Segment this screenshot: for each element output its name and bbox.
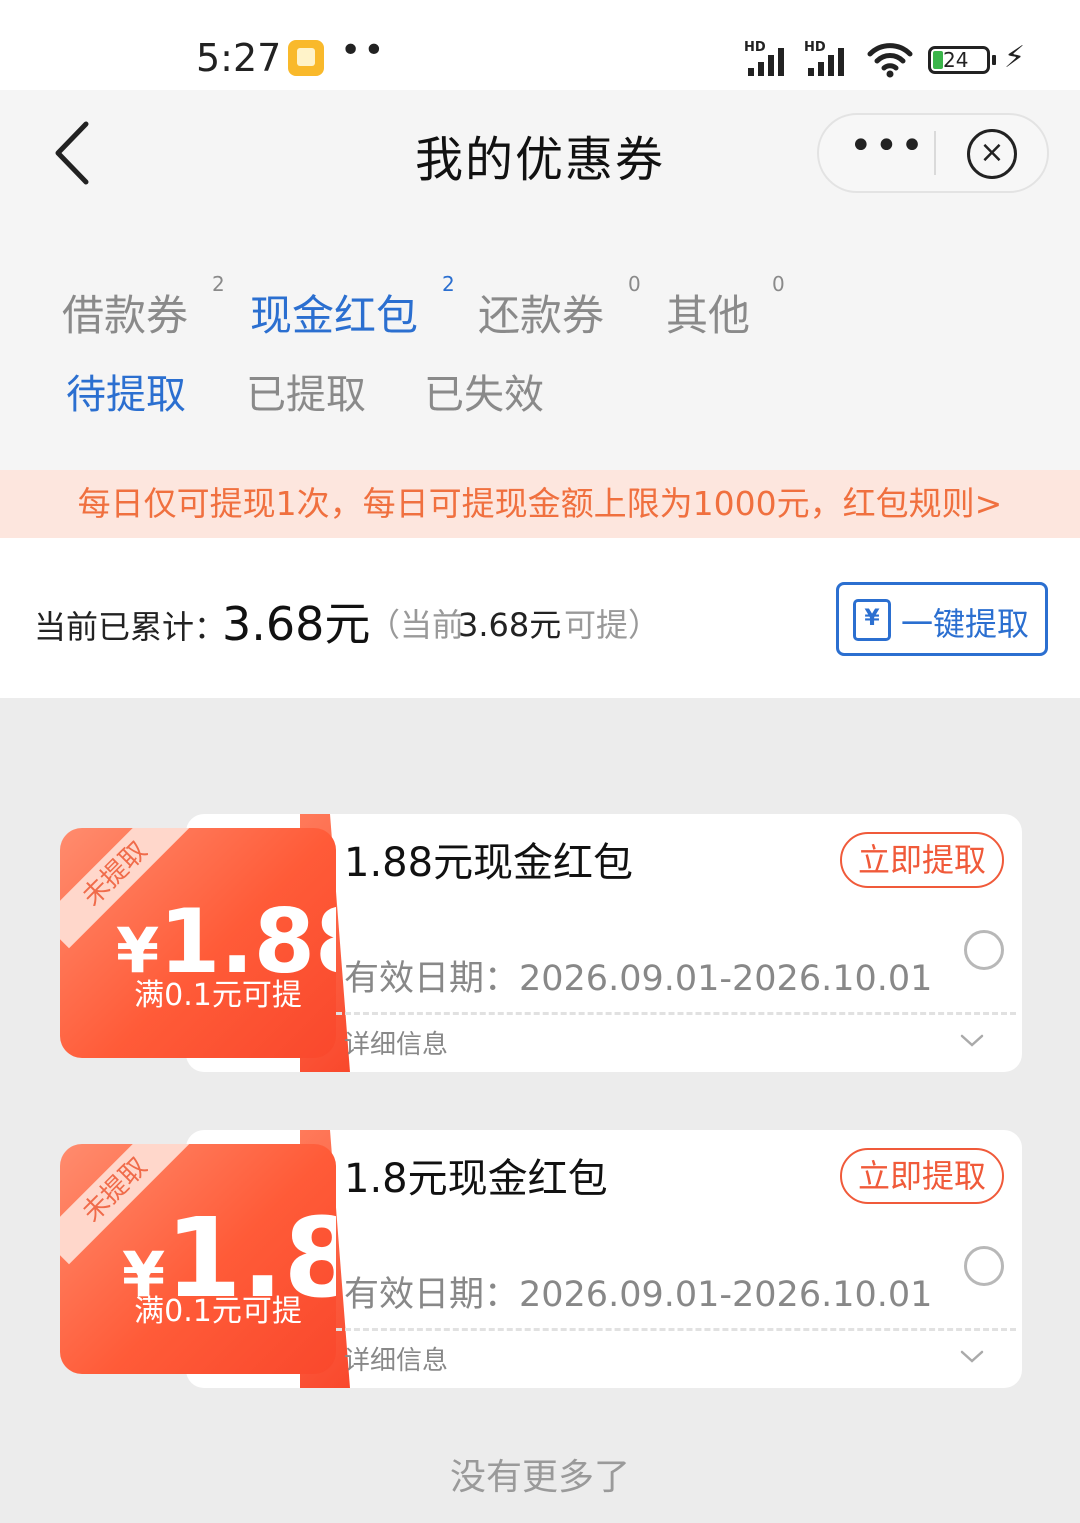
battery-icon: 24 bbox=[928, 46, 996, 74]
tab-cash-red-packet[interactable]: 现金红包 bbox=[250, 282, 418, 343]
tab-count: 2 bbox=[212, 272, 225, 296]
tab-count: 2 bbox=[442, 272, 455, 296]
signal-icon: HD bbox=[804, 40, 854, 76]
coupon-title: 1.88元现金红包 bbox=[344, 840, 634, 886]
divider bbox=[336, 1328, 1016, 1331]
close-circle-icon[interactable]: × bbox=[967, 129, 1017, 179]
detail-toggle[interactable]: 详细信息 bbox=[344, 1340, 448, 1377]
coupon-amount-panel: 未提取 ¥1.88 bbox=[60, 828, 336, 1058]
coupon-validity: 有效日期：2026.09.01-2026.10.01 bbox=[344, 959, 933, 999]
total-value: 3.68元 bbox=[222, 597, 371, 651]
signal-icon: HD bbox=[744, 40, 794, 76]
available-note-prefix: （当前 bbox=[368, 606, 465, 644]
coupon-card: 未提取 ¥1.8 满0.1元可提 1.8元现金红包 立即提取 有效日期：2026… bbox=[60, 1130, 1022, 1390]
status-bar: 5:27 •• HD HD 24 ⚡ bbox=[0, 0, 1080, 90]
detail-toggle[interactable]: 详细信息 bbox=[344, 1024, 448, 1061]
coupon-title: 1.8元现金红包 bbox=[344, 1156, 608, 1202]
divider bbox=[336, 1012, 1016, 1015]
capsule-divider bbox=[934, 131, 936, 175]
claim-now-button[interactable]: 立即提取 bbox=[840, 1148, 1004, 1204]
available-note-suffix: 可提） bbox=[564, 606, 661, 644]
notification-app-icon bbox=[288, 40, 324, 76]
withdraw-icon: ¥ bbox=[853, 599, 891, 641]
tab-count: 0 bbox=[628, 272, 641, 296]
tab-borrow-coupon[interactable]: 借款券 bbox=[62, 282, 188, 343]
more-icon[interactable]: ••• bbox=[849, 123, 926, 169]
coupon-condition: 满0.1元可提 bbox=[134, 1294, 302, 1329]
notification-dots: •• bbox=[340, 30, 387, 71]
available-amount: 3.68元 bbox=[458, 606, 562, 644]
coupon-condition: 满0.1元可提 bbox=[134, 978, 302, 1013]
claim-all-button[interactable]: ¥ 一键提取 bbox=[836, 582, 1048, 656]
charging-icon: ⚡ bbox=[1004, 40, 1026, 75]
subtab-expired[interactable]: 已失效 bbox=[424, 362, 544, 420]
tab-repay-coupon[interactable]: 还款券 bbox=[478, 282, 604, 343]
coupon-amount-panel: 未提取 ¥1.8 bbox=[60, 1144, 336, 1374]
subtab-pending[interactable]: 待提取 bbox=[66, 362, 186, 420]
claim-all-label: 一键提取 bbox=[901, 605, 1030, 643]
tab-count: 0 bbox=[772, 272, 785, 296]
subtab-withdrawn[interactable]: 已提取 bbox=[246, 362, 366, 420]
list-end-text: 没有更多了 bbox=[449, 1457, 630, 1498]
summary-bar: 当前已累计： 3.68元 （当前 3.68元 可提） ¥ 一键提取 bbox=[0, 538, 1080, 698]
mini-program-capsule: ••• × bbox=[817, 113, 1049, 193]
wifi-icon bbox=[867, 43, 913, 78]
select-radio[interactable] bbox=[964, 1246, 1004, 1286]
total-label: 当前已累计： bbox=[34, 608, 227, 646]
claim-now-button[interactable]: 立即提取 bbox=[840, 832, 1004, 888]
status-time: 5:27 bbox=[196, 36, 282, 80]
tab-other[interactable]: 其他 bbox=[666, 282, 750, 343]
coupon-validity: 有效日期：2026.09.01-2026.10.01 bbox=[344, 1275, 933, 1315]
rules-notice-banner[interactable]: 每日仅可提现1次，每日可提现金额上限为1000元，红包规则> bbox=[0, 470, 1080, 538]
select-radio[interactable] bbox=[964, 930, 1004, 970]
battery-level: 24 bbox=[943, 48, 969, 72]
chevron-down-icon[interactable] bbox=[960, 1344, 984, 1368]
chevron-down-icon[interactable] bbox=[960, 1028, 984, 1052]
coupon-card: 未提取 ¥1.88 满0.1元可提 1.88元现金红包 立即提取 有效日期：20… bbox=[60, 814, 1022, 1074]
